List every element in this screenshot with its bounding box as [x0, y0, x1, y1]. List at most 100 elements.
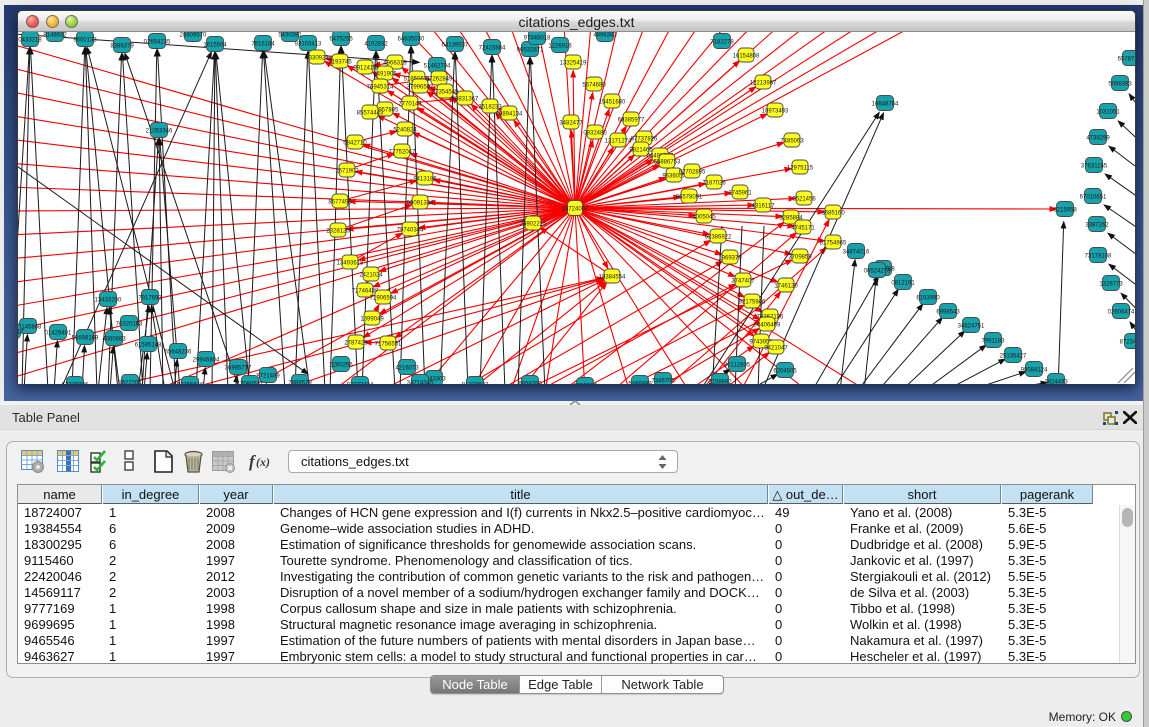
svg-text:2787429: 2787429 — [344, 341, 368, 347]
svg-text:6690967: 6690967 — [573, 384, 597, 385]
svg-text:8708317: 8708317 — [18, 330, 24, 336]
svg-text:25902215: 25902215 — [520, 222, 547, 228]
svg-text:1326773: 1326773 — [1099, 282, 1123, 288]
svg-text:8386379: 8386379 — [110, 44, 134, 50]
svg-text:34624751: 34624751 — [958, 324, 985, 330]
svg-text:02654235: 02654235 — [144, 40, 171, 46]
svg-text:1746120: 1746120 — [774, 284, 798, 290]
svg-text:1615594: 1615594 — [203, 43, 227, 49]
svg-text:19384554: 19384554 — [599, 275, 626, 281]
svg-text:6658760: 6658760 — [518, 382, 542, 385]
svg-text:12975115: 12975115 — [787, 166, 814, 172]
svg-text:4738299: 4738299 — [1086, 136, 1110, 142]
svg-text:71756551: 71756551 — [375, 342, 402, 348]
svg-text:1627204: 1627204 — [118, 381, 142, 385]
svg-text:9413186: 9413186 — [413, 177, 437, 183]
svg-text:87277434: 87277434 — [347, 383, 374, 385]
svg-text:2421024: 2421024 — [359, 273, 383, 279]
svg-text:76945314: 76945314 — [367, 85, 394, 91]
svg-text:02606474: 02606474 — [1108, 310, 1135, 316]
svg-text:85574443: 85574443 — [357, 111, 384, 117]
svg-text:81754965: 81754965 — [820, 241, 847, 247]
svg-text:3747407: 3747407 — [731, 279, 755, 285]
svg-text:1226916: 1226916 — [548, 44, 572, 50]
svg-text:7187026: 7187026 — [702, 181, 726, 187]
svg-text:3482477: 3482477 — [559, 121, 583, 127]
svg-text:5240824: 5240824 — [393, 128, 417, 134]
svg-text:5466889: 5466889 — [628, 382, 652, 385]
svg-text:13433200: 13433200 — [95, 298, 122, 304]
svg-text:4060883: 4060883 — [102, 337, 126, 343]
svg-text:13493618: 13493618 — [337, 261, 364, 267]
svg-text:62702895: 62702895 — [679, 170, 706, 176]
svg-text:0842710: 0842710 — [343, 141, 367, 147]
svg-text:4316117: 4316117 — [752, 204, 776, 210]
svg-text:94406409: 94406409 — [754, 323, 781, 329]
svg-text:1745961: 1745961 — [728, 191, 752, 197]
svg-text:7346706: 7346706 — [651, 379, 675, 385]
svg-text:27354549: 27354549 — [432, 90, 459, 96]
svg-text:18724007: 18724007 — [562, 207, 589, 213]
svg-text:16154808: 16154808 — [733, 54, 760, 60]
svg-text:3685160: 3685160 — [821, 211, 845, 217]
svg-text:17080531: 17080531 — [237, 382, 264, 385]
svg-text:82175946: 82175946 — [739, 300, 766, 306]
svg-text:61595148: 61595148 — [135, 343, 162, 349]
svg-text:73178108: 73178108 — [1085, 254, 1112, 260]
svg-text:55886753: 55886753 — [654, 160, 681, 166]
svg-text:86578091: 86578091 — [676, 195, 703, 201]
svg-text:7889579: 7889579 — [288, 381, 312, 385]
svg-text:13325419: 13325419 — [560, 61, 587, 67]
svg-text:64139537: 64139537 — [442, 43, 469, 49]
svg-text:62386922: 62386922 — [705, 235, 732, 241]
svg-text:0330923: 0330923 — [305, 56, 329, 62]
svg-text:98084124: 98084124 — [1021, 368, 1048, 374]
svg-text:6193990: 6193990 — [916, 296, 940, 302]
svg-text:53755646: 53755646 — [177, 383, 204, 385]
svg-text:1491905: 1491905 — [373, 72, 397, 78]
svg-text:3387262: 3387262 — [1085, 223, 1109, 229]
svg-text:37996507: 37996507 — [407, 85, 434, 91]
svg-text:77752047: 77752047 — [389, 150, 416, 156]
svg-text:8677496: 8677496 — [328, 200, 352, 206]
svg-text:7770143: 7770143 — [398, 102, 422, 108]
svg-text:34714345: 34714345 — [407, 381, 434, 385]
svg-text:2328120: 2328120 — [326, 229, 350, 235]
svg-text:4216073: 4216073 — [395, 366, 419, 372]
svg-text:10973493: 10973493 — [762, 109, 789, 115]
svg-text:0932480: 0932480 — [583, 131, 607, 137]
svg-text:7182278: 7182278 — [710, 40, 734, 46]
svg-text:62729806: 62729806 — [62, 383, 89, 385]
svg-text:6998543: 6998543 — [936, 310, 960, 316]
svg-text:76320163: 76320163 — [116, 322, 143, 328]
svg-text:71906594: 71906594 — [370, 296, 397, 302]
svg-text:7485063: 7485063 — [780, 139, 804, 145]
svg-text:16648784: 16648784 — [872, 102, 899, 108]
svg-text:3518233: 3518233 — [478, 105, 502, 111]
svg-text:8721489: 8721489 — [256, 374, 280, 380]
svg-text:4745171: 4745171 — [791, 226, 815, 232]
svg-text:80831367: 80831367 — [452, 97, 479, 103]
svg-text:60385977: 60385977 — [618, 118, 645, 124]
svg-text:21053346: 21053346 — [146, 129, 173, 135]
svg-text:(x): (x) — [256, 455, 270, 469]
svg-text:00524278: 00524278 — [864, 269, 891, 275]
svg-text:4192832: 4192832 — [364, 42, 388, 48]
svg-text:79740344: 79740344 — [397, 228, 424, 234]
svg-text:5674680: 5674680 — [582, 83, 606, 89]
svg-text:57262849: 57262849 — [426, 77, 453, 83]
svg-text:97848018: 97848018 — [524, 36, 551, 42]
svg-text:3158692: 3158692 — [708, 380, 732, 385]
svg-text:15451680: 15451680 — [599, 100, 626, 106]
svg-text:8215958: 8215958 — [1053, 208, 1077, 214]
svg-text:1969379: 1969379 — [718, 256, 742, 262]
svg-text:13171274: 13171274 — [605, 139, 632, 145]
svg-text:65787133: 65787133 — [1118, 57, 1135, 63]
svg-text:96532871: 96532871 — [517, 48, 544, 54]
svg-text:28809570: 28809570 — [180, 33, 207, 39]
svg-text:1671902: 1671902 — [335, 169, 359, 175]
svg-text:7991183: 7991183 — [982, 339, 1006, 345]
svg-text:1399049: 1399049 — [360, 317, 384, 323]
svg-text:87234309: 87234309 — [1120, 340, 1135, 346]
svg-text:7816184: 7816184 — [251, 42, 275, 48]
